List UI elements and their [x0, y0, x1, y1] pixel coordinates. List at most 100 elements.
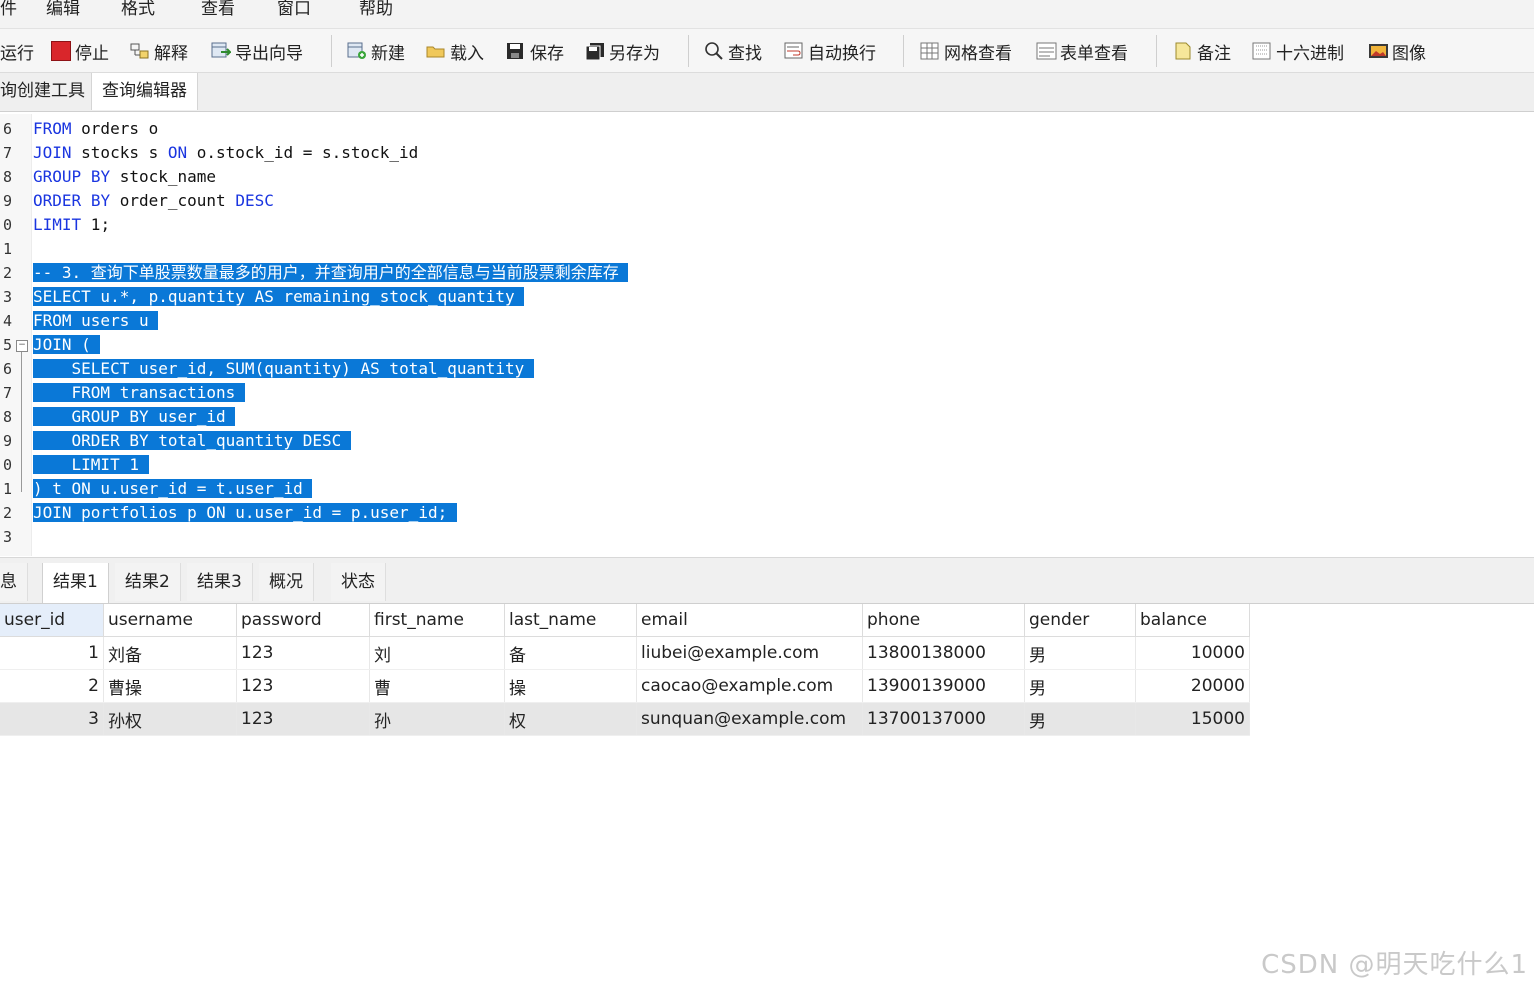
cell-username[interactable]: 孙权 — [103, 702, 237, 736]
code-text: FROM orders o — [33, 119, 159, 138]
form-view-button[interactable]: 表单查看 — [1036, 38, 1128, 64]
column-header-gender[interactable]: gender — [1024, 604, 1136, 637]
code-text: JOIN stocks s ON o.stock_id = s.stock_id — [33, 143, 419, 162]
cell-gender[interactable]: 男 — [1024, 636, 1136, 670]
stop-icon — [51, 41, 71, 61]
cell-phone[interactable]: 13800138000 — [862, 636, 1025, 670]
code-text: ORDER BY total_quantity DESC — [33, 431, 351, 450]
tab-message[interactable]: 息 — [0, 563, 28, 601]
new-button[interactable]: 新建 — [347, 38, 405, 64]
image-icon — [1368, 42, 1388, 60]
code-text: JOIN portfolios p ON u.user_id = p.user_… — [33, 503, 457, 522]
export-wizard-button[interactable]: 导出向导 — [211, 38, 303, 64]
grid-view-label: 网格查看 — [944, 43, 1012, 64]
run-button[interactable]: 运行 — [0, 38, 34, 64]
line-number: 2 — [2, 504, 12, 522]
line-number: 9 — [2, 432, 12, 450]
word-wrap-button[interactable]: 自动换行 — [784, 38, 876, 64]
hex-button[interactable]: 十六进制 — [1252, 38, 1344, 64]
image-label: 图像 — [1392, 43, 1426, 64]
tab-status[interactable]: 状态 — [331, 563, 386, 601]
cell-password[interactable]: 123 — [236, 669, 370, 703]
memo-button[interactable]: 备注 — [1173, 38, 1231, 64]
menu-help[interactable]: 帮助 — [359, 0, 393, 20]
code-text: JOIN ( — [33, 335, 101, 354]
export-icon — [211, 42, 233, 60]
cell-password[interactable]: 123 — [236, 636, 370, 670]
cell-password[interactable]: 123 — [236, 702, 370, 736]
cell-user-id[interactable]: 1 — [0, 636, 104, 670]
cell-last-name[interactable]: 操 — [504, 669, 637, 703]
column-header-user-id[interactable]: user_id — [0, 604, 104, 637]
code-text: -- 3. 查询下单股票数量最多的用户，并查询用户的全部信息与当前股票剩余库存 — [33, 263, 629, 282]
cell-first-name[interactable]: 刘 — [369, 636, 505, 670]
column-header-last-name[interactable]: last_name — [504, 604, 637, 637]
grid-view-button[interactable]: 网格查看 — [920, 38, 1012, 64]
tab-query-editor[interactable]: 查询编辑器 — [91, 73, 198, 110]
cell-gender[interactable]: 男 — [1024, 669, 1136, 703]
cell-email[interactable]: liubei@example.com — [636, 636, 863, 670]
table-row[interactable]: 1 刘备 123 刘 备 liubei@example.com 13800138… — [0, 636, 1250, 670]
cell-user-id[interactable]: 3 — [0, 702, 104, 736]
cell-first-name[interactable]: 孙 — [369, 702, 505, 736]
cell-user-id[interactable]: 2 — [0, 669, 104, 703]
column-header-first-name[interactable]: first_name — [369, 604, 505, 637]
stop-button[interactable]: 停止 — [51, 38, 109, 64]
line-number: 7 — [2, 144, 12, 162]
cell-last-name[interactable]: 权 — [504, 702, 637, 736]
menu-format[interactable]: 格式 — [121, 0, 155, 20]
cell-email[interactable]: caocao@example.com — [636, 669, 863, 703]
tab-result-2[interactable]: 结果2 — [115, 563, 181, 601]
cell-first-name[interactable]: 曹 — [369, 669, 505, 703]
code-text: GROUP BY stock_name — [33, 167, 217, 186]
cell-balance[interactable]: 20000 — [1135, 669, 1250, 703]
cell-username[interactable]: 曹操 — [103, 669, 237, 703]
explain-icon — [130, 42, 150, 60]
new-query-icon — [347, 42, 367, 60]
column-header-email[interactable]: email — [636, 604, 863, 637]
explain-button[interactable]: 解释 — [130, 38, 188, 64]
line-number: 1 — [2, 480, 12, 498]
menu-edit[interactable]: 编辑 — [46, 0, 80, 20]
code-line: SELECT user_id, SUM(quantity) AS total_q… — [33, 358, 534, 380]
load-label: 载入 — [450, 43, 484, 64]
table-row[interactable]: 2 曹操 123 曹 操 caocao@example.com 13900139… — [0, 669, 1250, 703]
table-row-selected[interactable]: 3 孙权 123 孙 权 sunquan@example.com 1370013… — [0, 702, 1250, 736]
cell-gender[interactable]: 男 — [1024, 702, 1136, 736]
tab-result-3[interactable]: 结果3 — [187, 563, 253, 601]
line-number: 2 — [2, 264, 12, 282]
line-number: 6 — [2, 360, 12, 378]
cell-last-name[interactable]: 备 — [504, 636, 637, 670]
save-button[interactable]: 保存 — [506, 38, 564, 64]
toolbar-separator — [1156, 35, 1157, 67]
cell-username[interactable]: 刘备 — [103, 636, 237, 670]
column-header-phone[interactable]: phone — [862, 604, 1025, 637]
menu-window[interactable]: 窗口 — [277, 0, 311, 20]
line-number: 5 — [2, 336, 12, 354]
menu-file[interactable]: 件 — [0, 0, 17, 20]
column-header-password[interactable]: password — [236, 604, 370, 637]
line-number: 1 — [2, 240, 12, 258]
line-number: 4 — [2, 312, 12, 330]
cell-email[interactable]: sunquan@example.com — [636, 702, 863, 736]
line-number-gutter: 6 7 8 9 0 1 2 3 4 5 6 7 8 9 0 1 2 3 − — [0, 114, 32, 556]
sql-editor[interactable]: 6 7 8 9 0 1 2 3 4 5 6 7 8 9 0 1 2 3 − FROM orders o JOIN st… — [0, 114, 1534, 556]
cell-phone[interactable]: 13700137000 — [862, 702, 1025, 736]
fold-toggle-icon[interactable]: − — [16, 340, 28, 352]
load-button[interactable]: 载入 — [426, 38, 484, 64]
save-as-label: 另存为 — [609, 43, 660, 64]
tab-query-builder[interactable]: 询创建工具 — [0, 73, 95, 110]
column-header-username[interactable]: username — [103, 604, 237, 637]
cell-phone[interactable]: 13900139000 — [862, 669, 1025, 703]
tab-result-1[interactable]: 结果1 — [42, 563, 109, 603]
find-label: 查找 — [728, 43, 762, 64]
find-button[interactable]: 查找 — [704, 38, 762, 64]
toolbar-separator — [688, 35, 689, 67]
column-header-balance[interactable]: balance — [1135, 604, 1250, 637]
cell-balance[interactable]: 10000 — [1135, 636, 1250, 670]
tab-profile[interactable]: 概况 — [259, 563, 314, 601]
menu-view[interactable]: 查看 — [201, 0, 235, 20]
image-button[interactable]: 图像 — [1368, 38, 1426, 64]
save-as-button[interactable]: 另存为 — [585, 38, 660, 64]
cell-balance[interactable]: 15000 — [1135, 702, 1250, 736]
